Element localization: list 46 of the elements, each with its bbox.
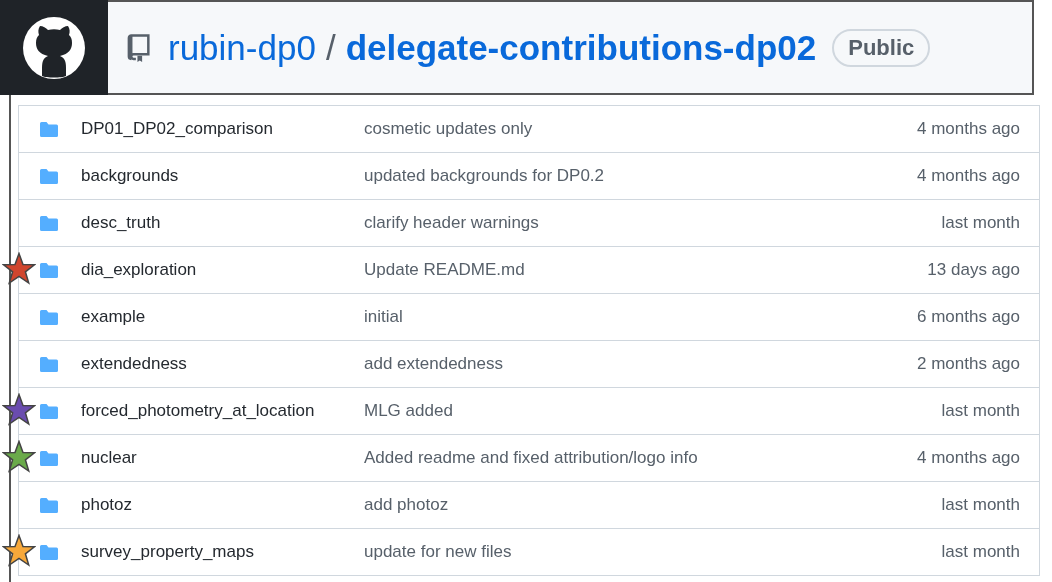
commit-time: 6 months ago [917,307,1020,327]
commit-time: 2 months ago [917,354,1020,374]
folder-link[interactable]: desc_truth [81,213,364,233]
commit-message-link[interactable]: MLG added [364,401,942,421]
commit-time: last month [941,213,1020,233]
commit-time: 13 days ago [927,260,1020,280]
commit-time: last month [941,401,1020,421]
folder-link[interactable]: nuclear [81,448,364,468]
commit-message-link[interactable]: clarify header warnings [364,213,942,233]
commit-message-link[interactable]: update for new files [364,542,942,562]
commit-message-link[interactable]: Added readme and fixed attribution/logo info [364,448,917,468]
folder-icon [39,214,59,232]
folder-icon [39,543,59,561]
folder-icon [39,496,59,514]
folder-icon [39,120,59,138]
folder-link[interactable]: photoz [81,495,364,515]
commit-message-link[interactable]: initial [364,307,917,327]
commit-message-link[interactable]: cosmetic updates only [364,119,917,139]
folder-icon [39,308,59,326]
folder-link[interactable]: dia_exploration [81,260,364,280]
commit-message-link[interactable]: updated backgrounds for DP0.2 [364,166,917,186]
visibility-label: Public [832,28,931,67]
folder-icon [39,402,59,420]
commit-time: 4 months ago [917,448,1020,468]
folder-link[interactable]: DP01_DP02_comparison [81,119,364,139]
commit-message-link[interactable]: add photoz [364,495,942,515]
folder-icon [39,355,59,373]
folder-link[interactable]: example [81,307,364,327]
commit-time: last month [941,542,1020,562]
repository-icon [126,33,152,62]
owner-link[interactable]: rubin-dp0 [168,27,316,68]
commit-time: last month [941,495,1020,515]
folder-icon [39,449,59,467]
cat-logo-icon[interactable] [22,15,86,80]
folder-link[interactable]: backgrounds [81,166,364,186]
path-separator: / [325,27,336,68]
repository-link[interactable]: delegate-contributions-dp02 [345,27,817,68]
folder-link[interactable]: survey_property_maps [81,542,364,562]
commit-time: 4 months ago [917,119,1020,139]
commit-message-link[interactable]: add extendedness [364,354,917,374]
folder-icon [39,167,59,185]
folder-icon [39,261,59,279]
folder-link[interactable]: extendedness [81,354,364,374]
folder-link[interactable]: forced_photometry_at_location [81,401,364,421]
commit-message-link[interactable]: Update README.md [364,260,928,280]
commit-time: 4 months ago [917,166,1020,186]
